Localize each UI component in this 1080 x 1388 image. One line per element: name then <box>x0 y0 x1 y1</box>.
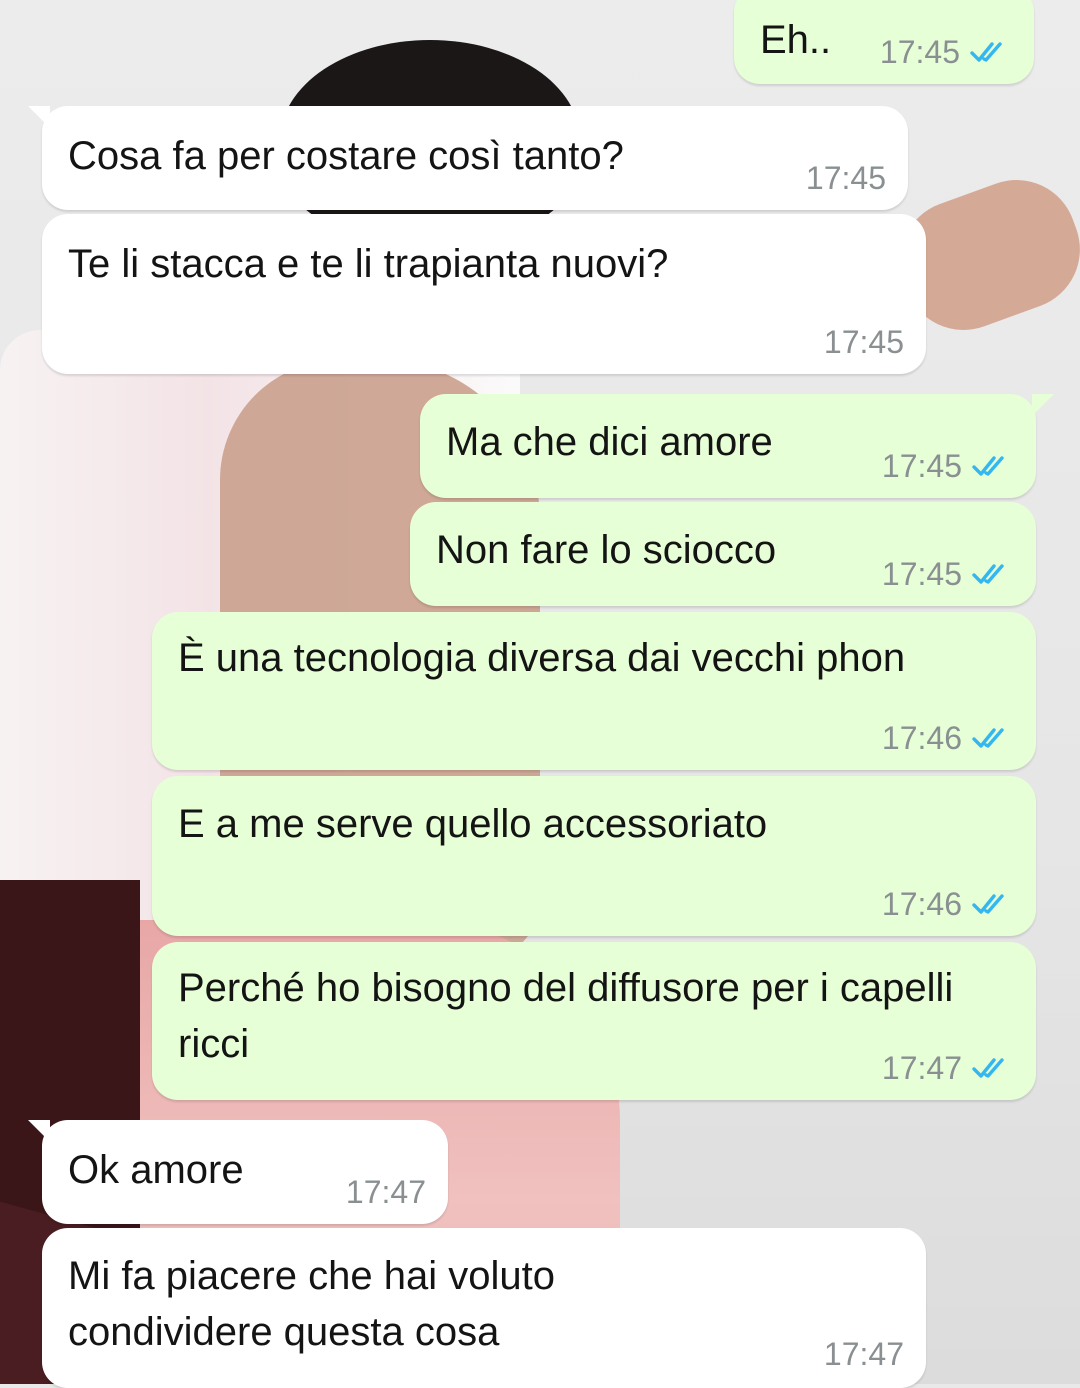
message-meta: 17:47 <box>824 1336 904 1372</box>
message-meta: 17:45 <box>882 556 1014 592</box>
message-bubble-outgoing[interactable]: È una tecnologia diversa dai vecchi phon… <box>152 612 1036 770</box>
message-meta: 17:46 <box>882 720 1014 756</box>
message-meta: 17:46 <box>882 886 1014 922</box>
message-time: 17:45 <box>879 34 960 70</box>
message-meta: 17:45 <box>824 324 904 360</box>
message-time: 17:47 <box>345 1174 426 1210</box>
message-meta: 17:47 <box>346 1174 426 1210</box>
double-check-icon <box>972 894 1004 914</box>
message-time: 17:46 <box>881 886 962 922</box>
message-bubble-outgoing[interactable]: E a me serve quello accessoriato 17:46 <box>152 776 1036 936</box>
message-time: 17:45 <box>823 324 904 360</box>
message-time: 17:46 <box>881 720 962 756</box>
message-meta: 17:45 <box>882 448 1014 484</box>
message-time: 17:47 <box>881 1050 962 1086</box>
message-bubble-incoming[interactable]: Cosa fa per costare così tanto? 17:45 <box>28 106 908 210</box>
message-meta: 17:45 <box>806 160 886 196</box>
message-meta: 17:47 <box>882 1050 1014 1086</box>
message-text: Perché ho bisogno del diffusore per i ca… <box>178 966 954 1066</box>
message-bubble-outgoing[interactable]: Perché ho bisogno del diffusore per i ca… <box>152 942 1036 1100</box>
message-text: E a me serve quello accessoriato <box>178 802 768 846</box>
double-check-icon <box>972 564 1004 584</box>
message-bubble-outgoing[interactable]: Non fare lo sciocco 17:45 <box>410 502 1036 606</box>
message-meta: 17:45 <box>880 34 1012 70</box>
message-time: 17:45 <box>881 448 962 484</box>
message-time: 17:47 <box>823 1336 904 1372</box>
message-bubble-incoming[interactable]: Mi fa piacere che hai voluto condividere… <box>42 1228 926 1388</box>
double-check-icon <box>972 1058 1004 1078</box>
message-text: Te li stacca e te li trapianta nuovi? <box>68 242 669 286</box>
double-check-icon <box>972 456 1004 476</box>
message-bubble-incoming[interactable]: Te li stacca e te li trapianta nuovi? 17… <box>42 214 926 374</box>
double-check-icon <box>972 728 1004 748</box>
message-bubble-outgoing[interactable]: Eh.. 17:45 <box>734 0 1034 84</box>
message-text: È una tecnologia diversa dai vecchi phon <box>178 636 906 680</box>
message-time: 17:45 <box>805 160 886 196</box>
message-text: Mi fa piacere che hai voluto condividere… <box>68 1254 555 1354</box>
message-text: Cosa fa per costare così tanto? <box>68 134 624 178</box>
message-bubble-outgoing[interactable]: Ma che dici amore 17:45 <box>420 394 1054 498</box>
message-bubble-incoming[interactable]: Ok amore 17:47 <box>28 1120 448 1224</box>
message-time: 17:45 <box>881 556 962 592</box>
double-check-icon <box>970 42 1002 62</box>
